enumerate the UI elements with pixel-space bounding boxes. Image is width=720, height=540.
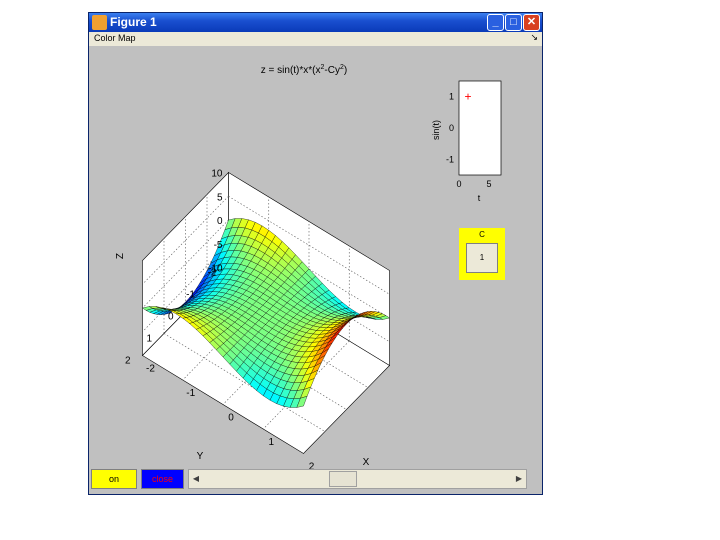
inset-data-point: + bbox=[464, 90, 471, 104]
plot-title: z = sin(t)*x*(x2-Cy2) bbox=[261, 64, 347, 76]
inset-y-tick-label: 1 bbox=[449, 92, 454, 102]
y-tick-label: -1 bbox=[186, 290, 195, 301]
z-tick-label: 0 bbox=[217, 216, 223, 227]
x-tick-label: 1 bbox=[268, 437, 274, 448]
z-tick-label: -10 bbox=[208, 264, 223, 275]
y-tick-label: 1 bbox=[146, 334, 152, 345]
x-axis-label: X bbox=[363, 457, 370, 468]
inset-y-label: sin(t) bbox=[431, 120, 441, 140]
x-tick-label: -2 bbox=[146, 364, 155, 375]
inset-x-tick-label: 5 bbox=[486, 179, 491, 189]
inset-x-tick-label: 0 bbox=[456, 179, 461, 189]
on-button[interactable]: on bbox=[91, 469, 137, 489]
inset-x-label: t bbox=[478, 193, 481, 203]
y-tick-label: 2 bbox=[125, 356, 131, 367]
figure-window: Figure 1 _ □ ✕ Color Map ↘ -2 -1 0 1 2 -2 -1 0 1… bbox=[88, 12, 543, 495]
inset-y-tick-label: 0 bbox=[449, 123, 454, 133]
c-label: C bbox=[479, 230, 485, 239]
z-tick-label: -5 bbox=[214, 240, 223, 251]
c-value-field[interactable]: 1 bbox=[466, 243, 498, 273]
close-button[interactable]: close bbox=[141, 469, 184, 489]
slider-left-arrow-icon[interactable]: ◀ bbox=[190, 472, 202, 486]
y-tick-label: 0 bbox=[168, 312, 174, 323]
c-parameter-panel: C 1 bbox=[459, 228, 505, 280]
slider-thumb[interactable] bbox=[329, 471, 357, 487]
z-axis-label: Z bbox=[115, 253, 126, 259]
x-tick-label: 0 bbox=[228, 413, 234, 424]
y-axis-label: Y bbox=[197, 451, 204, 462]
inset-axes: 1 0 -1 0 5 + bbox=[446, 80, 502, 189]
slider-right-arrow-icon[interactable]: ▶ bbox=[513, 472, 525, 486]
inset-y-tick-label: -1 bbox=[446, 154, 454, 164]
z-tick-label: 5 bbox=[217, 192, 223, 203]
time-slider[interactable]: ◀ ▶ bbox=[188, 469, 527, 489]
z-tick-label: 10 bbox=[211, 169, 223, 180]
x-tick-label: -1 bbox=[186, 388, 195, 399]
